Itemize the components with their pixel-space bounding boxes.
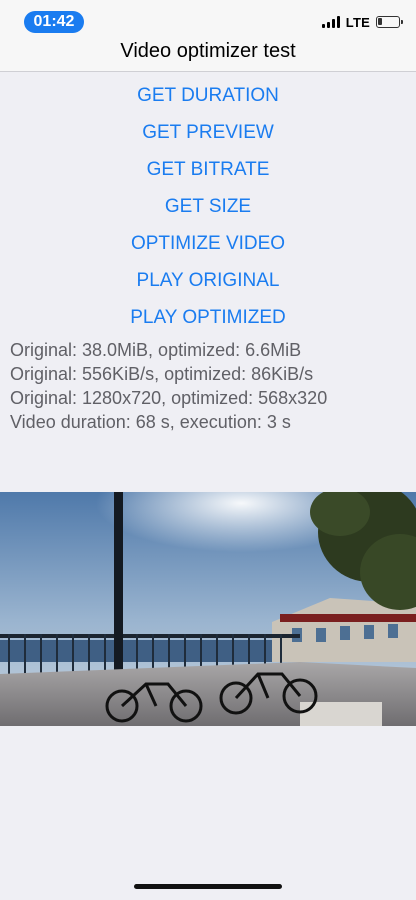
bitrate-info: Original: 556KiB/s, optimized: 86KiB/s: [10, 364, 314, 384]
get-duration-button[interactable]: GET DURATION: [0, 77, 416, 114]
result-info: Original: 38.0MiB, optimized: 6.6MiB Ori…: [10, 338, 410, 434]
status-indicators: LTE: [321, 14, 403, 30]
status-time[interactable]: 01:42: [24, 11, 84, 33]
get-preview-button[interactable]: GET PREVIEW: [0, 114, 416, 151]
video-preview-image: [0, 492, 416, 726]
play-optimized-button[interactable]: PLAY OPTIMIZED: [0, 299, 416, 336]
network-type-label: LTE: [345, 14, 370, 30]
optimize-video-button[interactable]: OPTIMIZE VIDEO: [0, 225, 416, 262]
navigation-bar: Video optimizer test: [0, 40, 416, 72]
page-title: Video optimizer test: [120, 40, 296, 62]
get-size-button[interactable]: GET SIZE: [0, 188, 416, 225]
video-preview[interactable]: [0, 492, 416, 726]
duration-info: Video duration: 68 s, execution: 3 s: [10, 412, 291, 432]
action-button-list: GET DURATION GET PREVIEW GET BITRATE GET…: [0, 77, 416, 336]
battery-icon: [376, 16, 403, 28]
status-bar: 01:42 LTE: [0, 0, 416, 40]
get-bitrate-button[interactable]: GET BITRATE: [0, 151, 416, 188]
size-info: Original: 38.0MiB, optimized: 6.6MiB: [10, 340, 302, 360]
play-original-button[interactable]: PLAY ORIGINAL: [0, 262, 416, 299]
cellular-signal-icon: [321, 16, 340, 28]
resolution-info: Original: 1280x720, optimized: 568x320: [10, 388, 328, 408]
home-indicator[interactable]: [134, 884, 282, 889]
